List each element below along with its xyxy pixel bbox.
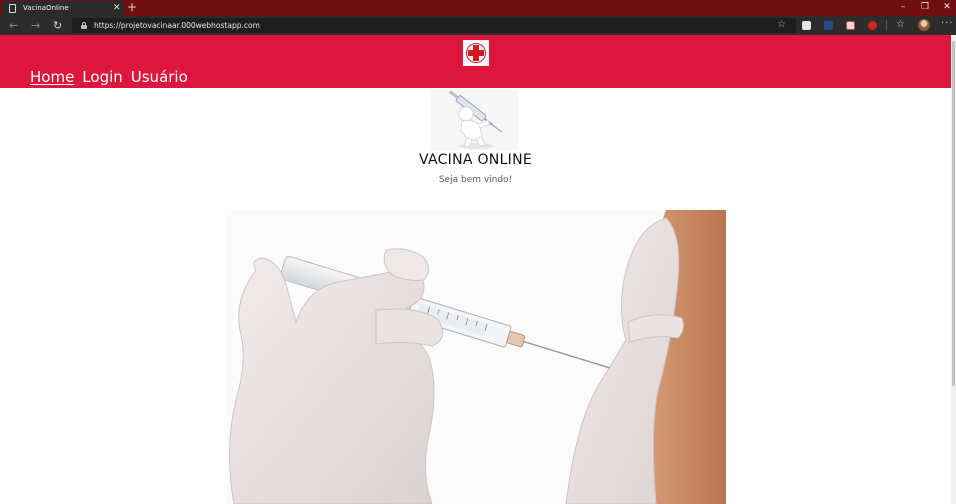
lock-icon [81,22,87,29]
close-window-button[interactable]: ✕ [936,0,956,15]
nav-login-link[interactable]: Login [82,68,122,87]
page-favicon-icon [9,4,16,13]
more-menu-icon[interactable]: ··· [941,17,954,31]
page-title: VACINA ONLINE [418,152,533,168]
page-scrollbar[interactable] [951,35,956,504]
favorite-star-icon[interactable]: ☆ [777,18,786,32]
toolbar-divider [886,20,887,31]
address-bar[interactable]: https://projetovacinaar.000webhostapp.co… [72,18,796,33]
site-header: Home Login Usuário [0,35,951,88]
tab-close-icon[interactable]: ✕ [113,2,121,14]
extension-icon[interactable] [802,21,811,30]
tab-title: VacinaOnline [23,4,69,12]
red-cross-logo-icon [463,40,489,66]
browser-toolbar: ← → ↻ https://projetovacinaar.000webhost… [0,16,956,35]
extension-icon[interactable] [846,21,855,30]
page-viewport: Home Login Usuário VACINA ONLINE Seja be… [0,35,956,504]
restore-button[interactable]: ❐ [914,0,936,15]
welcome-text: Seja bem vindo! [438,175,513,185]
forward-arrow-icon[interactable]: → [31,18,40,33]
minimize-button[interactable]: – [892,0,914,15]
extension-icon[interactable] [868,21,877,30]
vaccine-mascot-image [430,90,518,150]
nav-home-link[interactable]: Home [30,68,74,87]
browser-tab[interactable]: VacinaOnline ✕ [2,1,124,16]
profile-avatar[interactable] [918,19,930,31]
refresh-icon[interactable]: ↻ [53,18,62,33]
url-text[interactable]: https://projetovacinaar.000webhostapp.co… [94,20,260,31]
new-tab-button[interactable]: + [127,0,137,15]
extension-icon[interactable] [824,21,833,30]
site-nav: Home Login Usuário [30,68,188,87]
favorites-icon[interactable]: ☆ [896,18,905,32]
vaccination-photo [226,210,726,504]
scrollbar-thumb[interactable] [952,41,955,386]
nav-user-link[interactable]: Usuário [131,68,188,87]
back-arrow-icon[interactable]: ← [9,18,18,33]
browser-title-bar: VacinaOnline ✕ + – ❐ ✕ [0,0,956,16]
